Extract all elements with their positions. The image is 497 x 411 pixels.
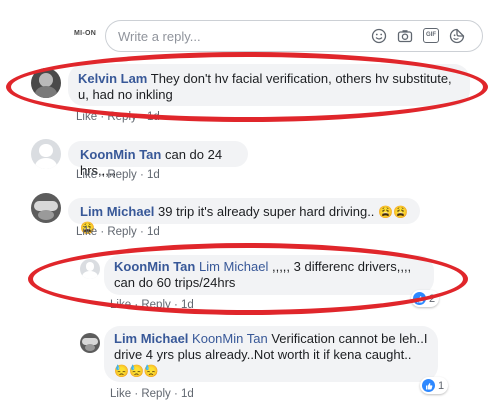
comment-actions: Like · Reply · 1d [76,226,160,238]
reply-link[interactable]: Reply [107,226,136,238]
reply-mention[interactable]: KoonMin Tan [192,331,268,346]
avatar-lim-michael[interactable] [31,193,61,223]
reply-actions: Like · Reply · 1d [110,388,194,400]
highlight-ring [28,243,468,315]
separator: · [134,388,139,400]
separator: · [100,226,105,238]
comment-author[interactable]: Lim Michael [80,204,154,219]
separator: · [139,169,144,181]
reply-placeholder: Write a reply... [118,29,201,44]
sticker-icon[interactable] [449,28,465,44]
reply-author[interactable]: Lim Michael [114,331,188,346]
reply-link[interactable]: Reply [141,388,170,400]
reply-bubble-lim: Lim Michael KoonMin Tan Verification can… [104,326,438,382]
timestamp[interactable]: 1d [147,226,160,238]
like-link[interactable]: Like [110,388,131,400]
emoji-icon[interactable] [371,28,387,44]
emoji-group: 😓😓😓 [114,364,159,378]
reply-composer: MI-ON Write a reply... GIF [70,18,485,54]
avatar-lim-michael[interactable] [80,333,100,353]
timestamp[interactable]: 1d [181,388,194,400]
like-count: 1 [438,379,445,392]
separator: · [100,169,105,181]
comment-author[interactable]: KoonMin Tan [80,147,161,162]
avatar-koonmin-tan[interactable] [31,139,61,169]
thumbs-up-icon [422,379,435,392]
comment-bubble-koonmin: KoonMin Tan can do 24 hrs,,,,, [68,141,248,178]
highlight-ring [6,52,488,122]
comment-text: 39 trip it's already super hard driving.… [158,204,375,219]
like-link[interactable]: Like [76,226,97,238]
separator: · [173,388,178,400]
reply-input[interactable]: Write a reply... GIF [105,20,483,52]
composer-avatar: MI-ON [74,30,97,37]
camera-icon[interactable] [397,28,413,44]
like-count-badge[interactable]: 1 [420,377,449,394]
like-link[interactable]: Like [76,169,97,181]
comment-bubble-lim: Lim Michael 39 trip it's already super h… [68,198,420,235]
gif-icon[interactable]: GIF [423,28,439,43]
reply-link[interactable]: Reply [107,169,136,181]
comment-actions: Like · Reply · 1d [76,169,160,181]
separator: · [139,226,144,238]
timestamp[interactable]: 1d [147,169,160,181]
